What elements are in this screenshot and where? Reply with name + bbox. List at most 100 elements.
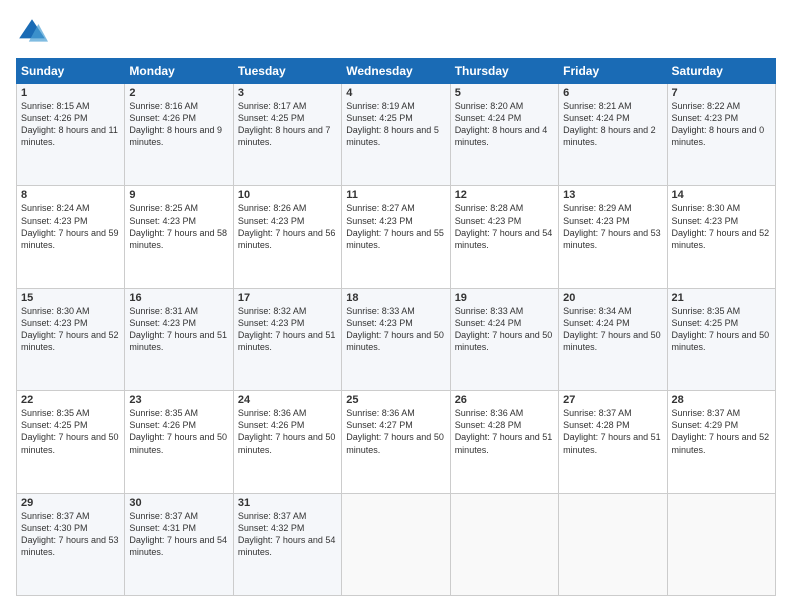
day-number: 12: [455, 189, 554, 201]
day-info: Sunrise: 8:22 AMSunset: 4:23 PMDaylight:…: [672, 101, 765, 147]
calendar-week-2: 8 Sunrise: 8:24 AMSunset: 4:23 PMDayligh…: [17, 186, 776, 288]
header: [16, 16, 776, 48]
day-number: 14: [672, 189, 771, 201]
calendar-cell: 29 Sunrise: 8:37 AMSunset: 4:30 PMDaylig…: [17, 493, 125, 595]
day-info: Sunrise: 8:35 AMSunset: 4:25 PMDaylight:…: [21, 408, 119, 454]
day-number: 4: [346, 87, 445, 99]
calendar-cell: [450, 493, 558, 595]
day-number: 26: [455, 394, 554, 406]
day-info: Sunrise: 8:29 AMSunset: 4:23 PMDaylight:…: [563, 203, 661, 249]
calendar-week-1: 1 Sunrise: 8:15 AMSunset: 4:26 PMDayligh…: [17, 84, 776, 186]
calendar-cell: 25 Sunrise: 8:36 AMSunset: 4:27 PMDaylig…: [342, 391, 450, 493]
calendar-cell: 13 Sunrise: 8:29 AMSunset: 4:23 PMDaylig…: [559, 186, 667, 288]
day-info: Sunrise: 8:33 AMSunset: 4:24 PMDaylight:…: [455, 306, 553, 352]
day-number: 16: [129, 292, 228, 304]
calendar-header-row: SundayMondayTuesdayWednesdayThursdayFrid…: [17, 59, 776, 84]
calendar-cell: 3 Sunrise: 8:17 AMSunset: 4:25 PMDayligh…: [233, 84, 341, 186]
calendar-cell: 22 Sunrise: 8:35 AMSunset: 4:25 PMDaylig…: [17, 391, 125, 493]
day-info: Sunrise: 8:35 AMSunset: 4:26 PMDaylight:…: [129, 408, 227, 454]
calendar-cell: 21 Sunrise: 8:35 AMSunset: 4:25 PMDaylig…: [667, 288, 775, 390]
day-info: Sunrise: 8:36 AMSunset: 4:27 PMDaylight:…: [346, 408, 444, 454]
calendar-cell: 30 Sunrise: 8:37 AMSunset: 4:31 PMDaylig…: [125, 493, 233, 595]
calendar-cell: 16 Sunrise: 8:31 AMSunset: 4:23 PMDaylig…: [125, 288, 233, 390]
day-number: 13: [563, 189, 662, 201]
day-info: Sunrise: 8:24 AMSunset: 4:23 PMDaylight:…: [21, 203, 119, 249]
day-number: 30: [129, 497, 228, 509]
day-number: 23: [129, 394, 228, 406]
calendar-cell: 7 Sunrise: 8:22 AMSunset: 4:23 PMDayligh…: [667, 84, 775, 186]
day-info: Sunrise: 8:30 AMSunset: 4:23 PMDaylight:…: [672, 203, 770, 249]
calendar-cell: 5 Sunrise: 8:20 AMSunset: 4:24 PMDayligh…: [450, 84, 558, 186]
day-number: 22: [21, 394, 120, 406]
day-info: Sunrise: 8:33 AMSunset: 4:23 PMDaylight:…: [346, 306, 444, 352]
calendar-cell: 28 Sunrise: 8:37 AMSunset: 4:29 PMDaylig…: [667, 391, 775, 493]
weekday-header-wednesday: Wednesday: [342, 59, 450, 84]
calendar-cell: 27 Sunrise: 8:37 AMSunset: 4:28 PMDaylig…: [559, 391, 667, 493]
day-info: Sunrise: 8:20 AMSunset: 4:24 PMDaylight:…: [455, 101, 548, 147]
calendar-cell: [342, 493, 450, 595]
day-info: Sunrise: 8:37 AMSunset: 4:28 PMDaylight:…: [563, 408, 661, 454]
day-number: 11: [346, 189, 445, 201]
day-info: Sunrise: 8:19 AMSunset: 4:25 PMDaylight:…: [346, 101, 439, 147]
day-info: Sunrise: 8:37 AMSunset: 4:29 PMDaylight:…: [672, 408, 770, 454]
day-info: Sunrise: 8:36 AMSunset: 4:28 PMDaylight:…: [455, 408, 553, 454]
day-info: Sunrise: 8:17 AMSunset: 4:25 PMDaylight:…: [238, 101, 331, 147]
logo: [16, 16, 52, 48]
calendar-table: SundayMondayTuesdayWednesdayThursdayFrid…: [16, 58, 776, 596]
day-number: 29: [21, 497, 120, 509]
weekday-header-friday: Friday: [559, 59, 667, 84]
weekday-header-saturday: Saturday: [667, 59, 775, 84]
day-info: Sunrise: 8:26 AMSunset: 4:23 PMDaylight:…: [238, 203, 336, 249]
day-number: 8: [21, 189, 120, 201]
calendar-cell: 14 Sunrise: 8:30 AMSunset: 4:23 PMDaylig…: [667, 186, 775, 288]
day-info: Sunrise: 8:15 AMSunset: 4:26 PMDaylight:…: [21, 101, 118, 147]
weekday-header-thursday: Thursday: [450, 59, 558, 84]
calendar-cell: 23 Sunrise: 8:35 AMSunset: 4:26 PMDaylig…: [125, 391, 233, 493]
day-number: 28: [672, 394, 771, 406]
day-info: Sunrise: 8:27 AMSunset: 4:23 PMDaylight:…: [346, 203, 444, 249]
weekday-header-monday: Monday: [125, 59, 233, 84]
calendar-cell: 24 Sunrise: 8:36 AMSunset: 4:26 PMDaylig…: [233, 391, 341, 493]
calendar-cell: 31 Sunrise: 8:37 AMSunset: 4:32 PMDaylig…: [233, 493, 341, 595]
day-number: 6: [563, 87, 662, 99]
calendar-cell: 11 Sunrise: 8:27 AMSunset: 4:23 PMDaylig…: [342, 186, 450, 288]
day-info: Sunrise: 8:36 AMSunset: 4:26 PMDaylight:…: [238, 408, 336, 454]
calendar-cell: 4 Sunrise: 8:19 AMSunset: 4:25 PMDayligh…: [342, 84, 450, 186]
day-info: Sunrise: 8:37 AMSunset: 4:30 PMDaylight:…: [21, 511, 119, 557]
calendar-week-4: 22 Sunrise: 8:35 AMSunset: 4:25 PMDaylig…: [17, 391, 776, 493]
day-number: 7: [672, 87, 771, 99]
day-number: 15: [21, 292, 120, 304]
day-number: 17: [238, 292, 337, 304]
calendar-cell: 12 Sunrise: 8:28 AMSunset: 4:23 PMDaylig…: [450, 186, 558, 288]
calendar-week-5: 29 Sunrise: 8:37 AMSunset: 4:30 PMDaylig…: [17, 493, 776, 595]
calendar-week-3: 15 Sunrise: 8:30 AMSunset: 4:23 PMDaylig…: [17, 288, 776, 390]
day-number: 5: [455, 87, 554, 99]
day-info: Sunrise: 8:30 AMSunset: 4:23 PMDaylight:…: [21, 306, 119, 352]
day-info: Sunrise: 8:32 AMSunset: 4:23 PMDaylight:…: [238, 306, 336, 352]
day-info: Sunrise: 8:31 AMSunset: 4:23 PMDaylight:…: [129, 306, 227, 352]
day-info: Sunrise: 8:37 AMSunset: 4:32 PMDaylight:…: [238, 511, 336, 557]
day-number: 2: [129, 87, 228, 99]
day-info: Sunrise: 8:16 AMSunset: 4:26 PMDaylight:…: [129, 101, 222, 147]
calendar-cell: 10 Sunrise: 8:26 AMSunset: 4:23 PMDaylig…: [233, 186, 341, 288]
calendar-cell: 2 Sunrise: 8:16 AMSunset: 4:26 PMDayligh…: [125, 84, 233, 186]
day-number: 25: [346, 394, 445, 406]
calendar-cell: [667, 493, 775, 595]
calendar-cell: [559, 493, 667, 595]
day-number: 20: [563, 292, 662, 304]
calendar-cell: 9 Sunrise: 8:25 AMSunset: 4:23 PMDayligh…: [125, 186, 233, 288]
day-info: Sunrise: 8:37 AMSunset: 4:31 PMDaylight:…: [129, 511, 227, 557]
day-number: 10: [238, 189, 337, 201]
calendar-cell: 6 Sunrise: 8:21 AMSunset: 4:24 PMDayligh…: [559, 84, 667, 186]
day-number: 1: [21, 87, 120, 99]
day-info: Sunrise: 8:25 AMSunset: 4:23 PMDaylight:…: [129, 203, 227, 249]
calendar-cell: 26 Sunrise: 8:36 AMSunset: 4:28 PMDaylig…: [450, 391, 558, 493]
calendar-cell: 1 Sunrise: 8:15 AMSunset: 4:26 PMDayligh…: [17, 84, 125, 186]
day-info: Sunrise: 8:34 AMSunset: 4:24 PMDaylight:…: [563, 306, 661, 352]
day-number: 31: [238, 497, 337, 509]
calendar-cell: 18 Sunrise: 8:33 AMSunset: 4:23 PMDaylig…: [342, 288, 450, 390]
day-number: 27: [563, 394, 662, 406]
calendar-cell: 15 Sunrise: 8:30 AMSunset: 4:23 PMDaylig…: [17, 288, 125, 390]
day-info: Sunrise: 8:35 AMSunset: 4:25 PMDaylight:…: [672, 306, 770, 352]
day-info: Sunrise: 8:28 AMSunset: 4:23 PMDaylight:…: [455, 203, 553, 249]
